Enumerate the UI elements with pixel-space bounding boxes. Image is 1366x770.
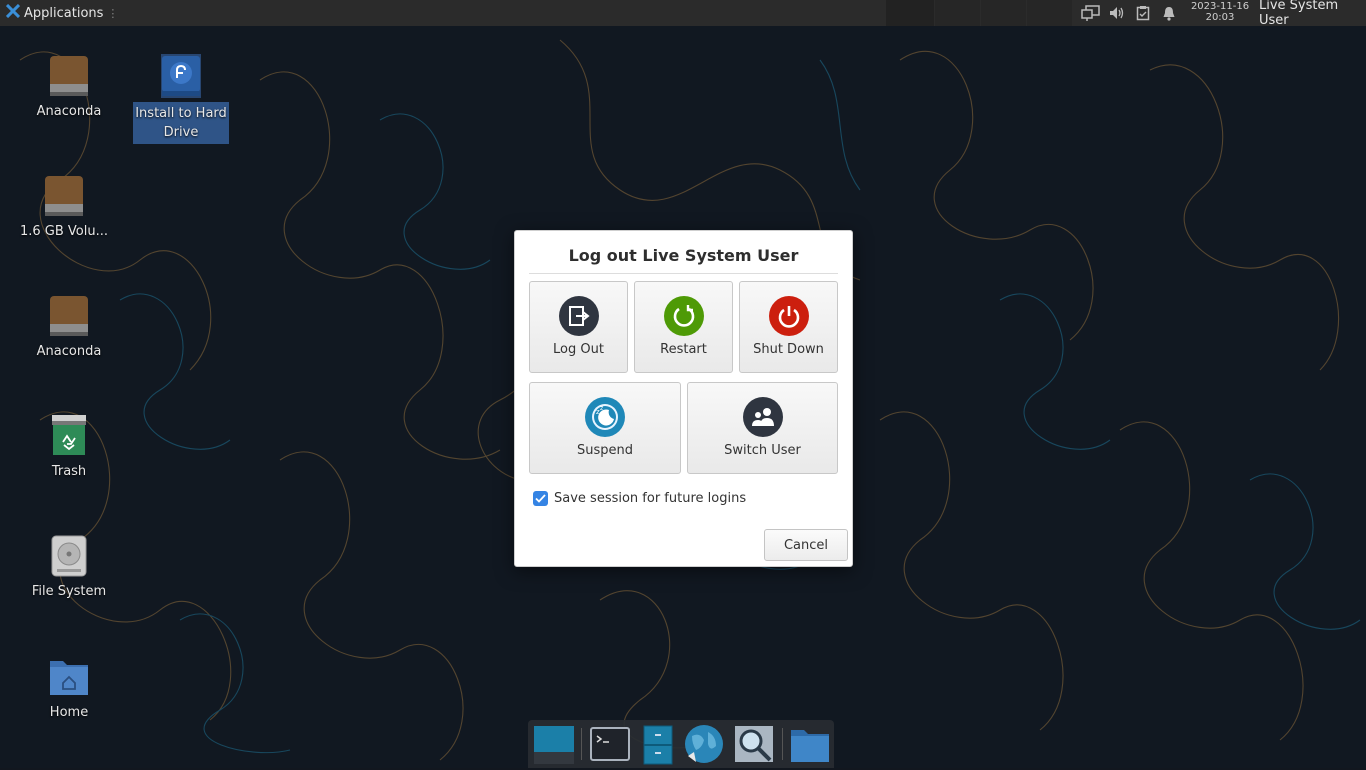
switch-user-label: Switch User xyxy=(724,443,801,458)
logout-label: Log Out xyxy=(553,342,604,357)
restart-label: Restart xyxy=(660,342,707,357)
fedora-installer-icon xyxy=(161,54,201,98)
desktop-icon-home[interactable]: Home xyxy=(21,655,117,722)
dialog-separator xyxy=(529,273,838,274)
home-folder-icon xyxy=(49,655,89,699)
web-browser-icon[interactable] xyxy=(682,722,726,766)
shutdown-label: Shut Down xyxy=(753,342,824,357)
save-session-label[interactable]: Save session for future logins xyxy=(554,491,746,506)
applications-label: Applications xyxy=(24,5,104,21)
hard-disk-icon xyxy=(49,534,89,578)
logout-icon xyxy=(558,296,599,336)
folder-icon[interactable] xyxy=(788,722,832,766)
save-session-checkbox[interactable] xyxy=(533,491,548,506)
xfce-logo-icon xyxy=(5,3,21,22)
terminal-icon[interactable] xyxy=(588,722,632,766)
suspend-button[interactable]: zz Suspend xyxy=(529,382,681,474)
restart-button[interactable]: Restart xyxy=(634,281,733,373)
trash-icon xyxy=(49,414,89,458)
desktop-icon-label: Trash xyxy=(51,464,87,479)
moon-sleep-icon: zz xyxy=(585,397,625,437)
drive-icon xyxy=(44,174,84,218)
notification-bell-icon[interactable] xyxy=(1156,0,1182,26)
desktop-icon-label: 1.6 GB Volu... xyxy=(19,224,109,239)
suspend-label: Suspend xyxy=(576,443,633,458)
clock-time: 20:03 xyxy=(1205,12,1235,23)
save-session-row: Save session for future logins xyxy=(533,491,746,506)
workspace-2[interactable] xyxy=(935,0,980,26)
desktop-icon-file-system[interactable]: File System xyxy=(21,534,117,601)
logout-dialog: Log out Live System User Log Out Restart… xyxy=(514,230,853,567)
desktop-icon-label: Home xyxy=(49,705,89,720)
drive-icon xyxy=(49,54,89,98)
workspace-1[interactable] xyxy=(886,0,934,26)
show-desktop-icon[interactable] xyxy=(532,722,576,766)
desktop-icon-anaconda-2[interactable]: Anaconda xyxy=(21,294,117,361)
workspace-4[interactable] xyxy=(1027,0,1072,26)
desktop-icon-label: Install to Hard Drive xyxy=(133,102,229,144)
drive-icon xyxy=(49,294,89,338)
clipboard-icon[interactable] xyxy=(1130,0,1156,26)
desktop-icon-label: Anaconda xyxy=(36,344,102,359)
switch-user-button[interactable]: Switch User xyxy=(687,382,838,474)
desktop-icon-anaconda-1[interactable]: Anaconda xyxy=(21,54,117,121)
logout-button[interactable]: Log Out xyxy=(529,281,628,373)
panel-clock[interactable]: 2023-11-16 20:03 xyxy=(1188,1,1252,23)
desktop-icon-trash[interactable]: Trash xyxy=(21,414,117,481)
panel-handle-icon: ⋮ xyxy=(107,6,119,20)
cancel-button[interactable]: Cancel xyxy=(764,529,848,561)
dialog-title: Log out Live System User xyxy=(568,246,799,265)
shutdown-button[interactable]: Shut Down xyxy=(739,281,838,373)
svg-text:z: z xyxy=(600,405,603,412)
desktop-icon-label: Anaconda xyxy=(36,104,102,119)
desktop-icon-label: File System xyxy=(31,584,107,599)
restart-icon xyxy=(663,296,704,336)
workspace-3[interactable] xyxy=(981,0,1026,26)
switch-user-icon xyxy=(742,397,783,437)
clock-date: 2023-11-16 xyxy=(1190,1,1250,12)
top-panel: Applications ⋮ 2023-11-16 20:03 Live Sys… xyxy=(0,0,1366,28)
power-icon xyxy=(768,296,809,336)
search-icon[interactable] xyxy=(732,722,776,766)
bottom-dock xyxy=(528,720,834,768)
applications-menu-button[interactable]: Applications ⋮ xyxy=(2,0,122,26)
desktop-icon-volume[interactable]: 1.6 GB Volu... xyxy=(16,174,112,241)
user-menu-button[interactable]: Live System User xyxy=(1256,0,1366,28)
file-cabinet-icon[interactable] xyxy=(636,722,680,766)
volume-icon[interactable] xyxy=(1104,0,1130,26)
desktop-icon-install-to-hard-drive[interactable]: Install to Hard Drive xyxy=(133,54,229,144)
network-icon[interactable] xyxy=(1078,0,1104,26)
